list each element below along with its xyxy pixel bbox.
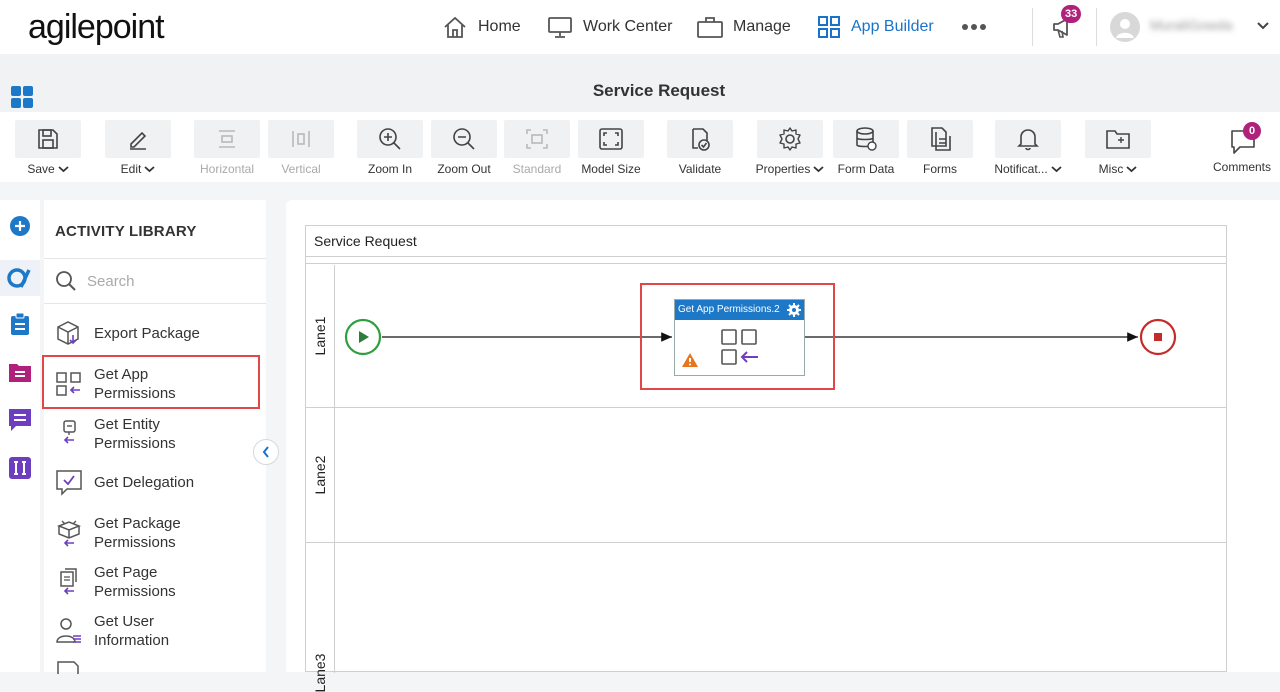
app-permissions-icon <box>720 328 760 368</box>
activity-header: Get App Permissions.2 <box>675 300 804 320</box>
warning-icon <box>681 352 699 368</box>
gear-icon[interactable] <box>787 303 801 317</box>
end-event[interactable] <box>1139 318 1177 356</box>
start-event[interactable] <box>344 318 382 356</box>
activity-title: Get App Permissions.2 <box>678 304 780 315</box>
activity-get-app-permissions[interactable]: Get App Permissions.2 <box>674 299 805 376</box>
